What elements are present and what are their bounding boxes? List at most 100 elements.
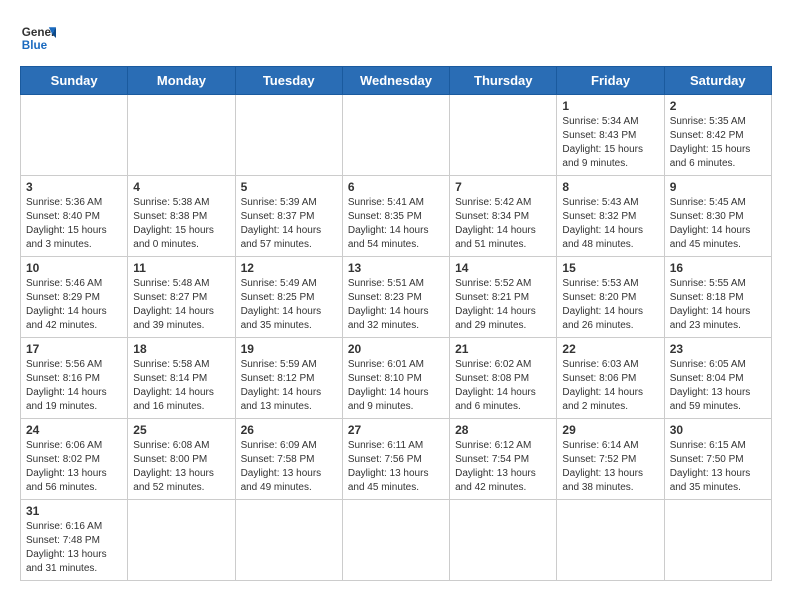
day-number: 6 [348, 180, 444, 194]
day-cell: 7 Sunrise: 5:42 AM Sunset: 8:34 PM Daylig… [450, 176, 557, 257]
day-info: Sunrise: 5:49 AM Sunset: 8:25 PM Dayligh… [241, 277, 337, 333]
day-number: 20 [348, 342, 444, 356]
week-row-5: 24 Sunrise: 6:06 AM Sunset: 8:02 PM Dayli… [21, 419, 772, 500]
day-cell: 1Sunrise: 5:34 AM Sunset: 8:43 PM Daylig… [557, 95, 664, 176]
svg-text:Blue: Blue [22, 39, 48, 52]
day-cell: 26Sunrise: 6:09 AM Sunset: 7:58 PM Dayli… [235, 419, 342, 500]
day-number: 4 [133, 180, 229, 194]
day-header-friday: Friday [557, 67, 664, 95]
day-number: 11 [133, 261, 229, 275]
header: General Blue [20, 20, 772, 56]
day-cell: 2Sunrise: 5:35 AM Sunset: 8:42 PM Daylig… [664, 95, 771, 176]
day-info: Sunrise: 5:53 AM Sunset: 8:20 PM Dayligh… [562, 277, 658, 333]
day-number: 31 [26, 504, 122, 518]
day-header-wednesday: Wednesday [342, 67, 449, 95]
day-number: 7 [455, 180, 551, 194]
day-cell: 28 Sunrise: 6:12 AM Sunset: 7:54 PM Dayli… [450, 419, 557, 500]
day-number: 28 [455, 423, 551, 437]
logo-icon: General Blue [20, 20, 56, 56]
day-info: Sunrise: 5:42 AM Sunset: 8:34 PM Dayligh… [455, 196, 551, 252]
day-info: Sunrise: 5:38 AM Sunset: 8:38 PM Dayligh… [133, 196, 229, 252]
day-info: Sunrise: 5:58 AM Sunset: 8:14 PM Dayligh… [133, 358, 229, 414]
day-cell: 17 Sunrise: 5:56 AM Sunset: 8:16 PM Dayli… [21, 338, 128, 419]
day-info: Sunrise: 5:59 AM Sunset: 8:12 PM Dayligh… [241, 358, 337, 414]
day-number: 29 [562, 423, 658, 437]
week-row-3: 10Sunrise: 5:46 AM Sunset: 8:29 PM Dayli… [21, 257, 772, 338]
day-info: Sunrise: 5:41 AM Sunset: 8:35 PM Dayligh… [348, 196, 444, 252]
day-cell: 18 Sunrise: 5:58 AM Sunset: 8:14 PM Dayli… [128, 338, 235, 419]
day-cell: 9 Sunrise: 5:45 AM Sunset: 8:30 PM Daylig… [664, 176, 771, 257]
day-cell [235, 95, 342, 176]
day-info: Sunrise: 6:06 AM Sunset: 8:02 PM Dayligh… [26, 439, 122, 495]
calendar-page: General Blue SundayMondayTuesdayWednesda… [0, 0, 792, 601]
day-info: Sunrise: 5:55 AM Sunset: 8:18 PM Dayligh… [670, 277, 766, 333]
day-cell: 5 Sunrise: 5:39 AM Sunset: 8:37 PM Daylig… [235, 176, 342, 257]
day-number: 30 [670, 423, 766, 437]
day-cell: 29 Sunrise: 6:14 AM Sunset: 7:52 PM Dayli… [557, 419, 664, 500]
day-info: Sunrise: 5:43 AM Sunset: 8:32 PM Dayligh… [562, 196, 658, 252]
day-number: 8 [562, 180, 658, 194]
day-header-monday: Monday [128, 67, 235, 95]
day-number: 24 [26, 423, 122, 437]
day-info: Sunrise: 5:51 AM Sunset: 8:23 PM Dayligh… [348, 277, 444, 333]
day-number: 3 [26, 180, 122, 194]
day-number: 19 [241, 342, 337, 356]
day-number: 22 [562, 342, 658, 356]
day-cell: 27 Sunrise: 6:11 AM Sunset: 7:56 PM Dayli… [342, 419, 449, 500]
day-cell [21, 95, 128, 176]
day-info: Sunrise: 5:35 AM Sunset: 8:42 PM Dayligh… [670, 115, 766, 171]
day-cell: 20Sunrise: 6:01 AM Sunset: 8:10 PM Dayli… [342, 338, 449, 419]
day-info: Sunrise: 6:15 AM Sunset: 7:50 PM Dayligh… [670, 439, 766, 495]
day-cell [450, 500, 557, 581]
day-info: Sunrise: 6:14 AM Sunset: 7:52 PM Dayligh… [562, 439, 658, 495]
day-cell: 12 Sunrise: 5:49 AM Sunset: 8:25 PM Dayli… [235, 257, 342, 338]
day-number: 1 [562, 99, 658, 113]
day-cell [342, 95, 449, 176]
day-info: Sunrise: 6:02 AM Sunset: 8:08 PM Dayligh… [455, 358, 551, 414]
day-number: 26 [241, 423, 337, 437]
day-number: 13 [348, 261, 444, 275]
day-header-saturday: Saturday [664, 67, 771, 95]
day-number: 18 [133, 342, 229, 356]
day-info: Sunrise: 5:36 AM Sunset: 8:40 PM Dayligh… [26, 196, 122, 252]
day-info: Sunrise: 5:39 AM Sunset: 8:37 PM Dayligh… [241, 196, 337, 252]
day-info: Sunrise: 5:45 AM Sunset: 8:30 PM Dayligh… [670, 196, 766, 252]
day-header-thursday: Thursday [450, 67, 557, 95]
day-info: Sunrise: 6:05 AM Sunset: 8:04 PM Dayligh… [670, 358, 766, 414]
day-number: 17 [26, 342, 122, 356]
day-cell: 22 Sunrise: 6:03 AM Sunset: 8:06 PM Dayli… [557, 338, 664, 419]
day-cell: 8 Sunrise: 5:43 AM Sunset: 8:32 PM Daylig… [557, 176, 664, 257]
calendar-table: SundayMondayTuesdayWednesdayThursdayFrid… [20, 66, 772, 581]
day-cell: 4 Sunrise: 5:38 AM Sunset: 8:38 PM Daylig… [128, 176, 235, 257]
day-cell: 3 Sunrise: 5:36 AM Sunset: 8:40 PM Daylig… [21, 176, 128, 257]
day-cell: 31Sunrise: 6:16 AM Sunset: 7:48 PM Dayli… [21, 500, 128, 581]
day-number: 9 [670, 180, 766, 194]
day-info: Sunrise: 6:12 AM Sunset: 7:54 PM Dayligh… [455, 439, 551, 495]
day-cell: 10Sunrise: 5:46 AM Sunset: 8:29 PM Dayli… [21, 257, 128, 338]
header-row: SundayMondayTuesdayWednesdayThursdayFrid… [21, 67, 772, 95]
week-row-1: 1Sunrise: 5:34 AM Sunset: 8:43 PM Daylig… [21, 95, 772, 176]
day-cell [450, 95, 557, 176]
day-info: Sunrise: 6:11 AM Sunset: 7:56 PM Dayligh… [348, 439, 444, 495]
week-row-6: 31Sunrise: 6:16 AM Sunset: 7:48 PM Dayli… [21, 500, 772, 581]
day-number: 5 [241, 180, 337, 194]
day-cell [128, 95, 235, 176]
day-cell: 30 Sunrise: 6:15 AM Sunset: 7:50 PM Dayli… [664, 419, 771, 500]
day-number: 27 [348, 423, 444, 437]
day-cell: 23 Sunrise: 6:05 AM Sunset: 8:04 PM Dayli… [664, 338, 771, 419]
day-number: 12 [241, 261, 337, 275]
day-info: Sunrise: 5:52 AM Sunset: 8:21 PM Dayligh… [455, 277, 551, 333]
week-row-4: 17 Sunrise: 5:56 AM Sunset: 8:16 PM Dayli… [21, 338, 772, 419]
day-number: 23 [670, 342, 766, 356]
day-info: Sunrise: 5:48 AM Sunset: 8:27 PM Dayligh… [133, 277, 229, 333]
day-info: Sunrise: 6:08 AM Sunset: 8:00 PM Dayligh… [133, 439, 229, 495]
day-number: 14 [455, 261, 551, 275]
day-cell [664, 500, 771, 581]
day-info: Sunrise: 5:56 AM Sunset: 8:16 PM Dayligh… [26, 358, 122, 414]
day-cell: 21Sunrise: 6:02 AM Sunset: 8:08 PM Dayli… [450, 338, 557, 419]
day-cell: 19 Sunrise: 5:59 AM Sunset: 8:12 PM Dayli… [235, 338, 342, 419]
day-info: Sunrise: 5:46 AM Sunset: 8:29 PM Dayligh… [26, 277, 122, 333]
day-cell: 24 Sunrise: 6:06 AM Sunset: 8:02 PM Dayli… [21, 419, 128, 500]
day-cell [235, 500, 342, 581]
day-info: Sunrise: 6:03 AM Sunset: 8:06 PM Dayligh… [562, 358, 658, 414]
